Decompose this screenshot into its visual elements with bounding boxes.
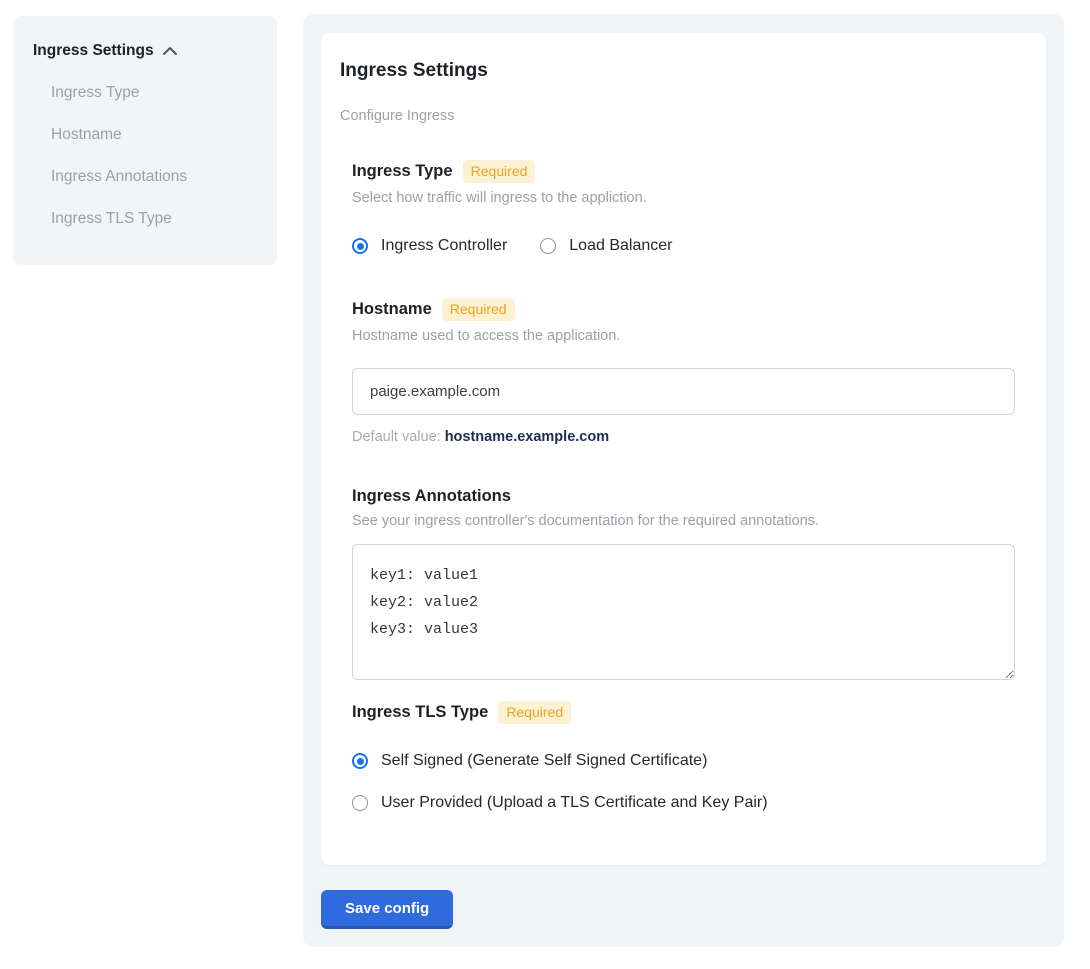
radio-label: User Provided (Upload a TLS Certificate … xyxy=(381,794,768,812)
sidebar-group-label: Ingress Settings xyxy=(33,42,154,60)
sidebar-item-ingress-tls-type[interactable]: Ingress TLS Type xyxy=(51,211,257,227)
sidebar-item-ingress-type[interactable]: Ingress Type xyxy=(51,85,257,101)
hostname-label: Hostname xyxy=(352,300,432,319)
required-badge: Required xyxy=(463,160,536,183)
ingress-annotations-textarea[interactable]: key1: value1 key2: value2 key3: value3 xyxy=(352,544,1015,680)
radio-icon[interactable] xyxy=(540,238,556,254)
ingress-settings-card: Ingress Settings Configure Ingress Ingre… xyxy=(321,33,1046,865)
radio-option-ingress-controller[interactable]: Ingress Controller xyxy=(352,237,507,255)
sidebar-item-ingress-annotations[interactable]: Ingress Annotations xyxy=(51,169,257,185)
settings-sidebar: Ingress Settings Ingress Type Hostname I… xyxy=(13,16,277,265)
section-ingress-annotations: Ingress Annotations See your ingress con… xyxy=(352,487,1015,680)
ingress-type-radio-group: Ingress Controller Load Balancer xyxy=(352,237,1015,255)
ingress-tls-radio-group: Self Signed (Generate Self Signed Certif… xyxy=(352,752,1015,812)
required-badge: Required xyxy=(498,701,571,724)
radio-label: Load Balancer xyxy=(569,237,672,255)
radio-label: Ingress Controller xyxy=(381,237,507,255)
radio-icon[interactable] xyxy=(352,753,368,769)
ingress-settings-panel: Ingress Settings Configure Ingress Ingre… xyxy=(303,14,1064,947)
ingress-tls-type-label: Ingress TLS Type xyxy=(352,703,488,722)
hostname-input[interactable] xyxy=(352,368,1015,415)
ingress-type-description: Select how traffic will ingress to the a… xyxy=(352,190,1015,206)
hostname-description: Hostname used to access the application. xyxy=(352,328,1015,344)
section-ingress-type: Ingress Type Required Select how traffic… xyxy=(352,160,1015,255)
page-subtitle: Configure Ingress xyxy=(340,108,1015,124)
sidebar-group-ingress-settings[interactable]: Ingress Settings xyxy=(33,42,257,60)
radio-option-user-provided[interactable]: User Provided (Upload a TLS Certificate … xyxy=(352,794,1015,812)
default-value-prefix: Default value: xyxy=(352,429,445,445)
save-config-button[interactable]: Save config xyxy=(321,890,453,929)
section-ingress-tls-type: Ingress TLS Type Required Self Signed (G… xyxy=(352,701,1015,812)
default-value-text: hostname.example.com xyxy=(445,429,609,445)
radio-icon[interactable] xyxy=(352,795,368,811)
sidebar-item-hostname[interactable]: Hostname xyxy=(51,127,257,143)
required-badge: Required xyxy=(442,298,515,321)
ingress-annotations-label: Ingress Annotations xyxy=(352,487,511,506)
radio-option-load-balancer[interactable]: Load Balancer xyxy=(540,237,672,255)
chevron-up-icon xyxy=(162,46,178,56)
radio-label: Self Signed (Generate Self Signed Certif… xyxy=(381,752,707,770)
ingress-annotations-description: See your ingress controller's documentat… xyxy=(352,513,1015,529)
radio-option-self-signed[interactable]: Self Signed (Generate Self Signed Certif… xyxy=(352,752,1015,770)
sidebar-item-list: Ingress Type Hostname Ingress Annotation… xyxy=(51,85,257,227)
section-hostname: Hostname Required Hostname used to acces… xyxy=(352,298,1015,445)
radio-icon[interactable] xyxy=(352,238,368,254)
hostname-default-row: Default value: hostname.example.com xyxy=(352,429,1015,445)
page-title: Ingress Settings xyxy=(340,60,1015,82)
ingress-type-label: Ingress Type xyxy=(352,162,453,181)
